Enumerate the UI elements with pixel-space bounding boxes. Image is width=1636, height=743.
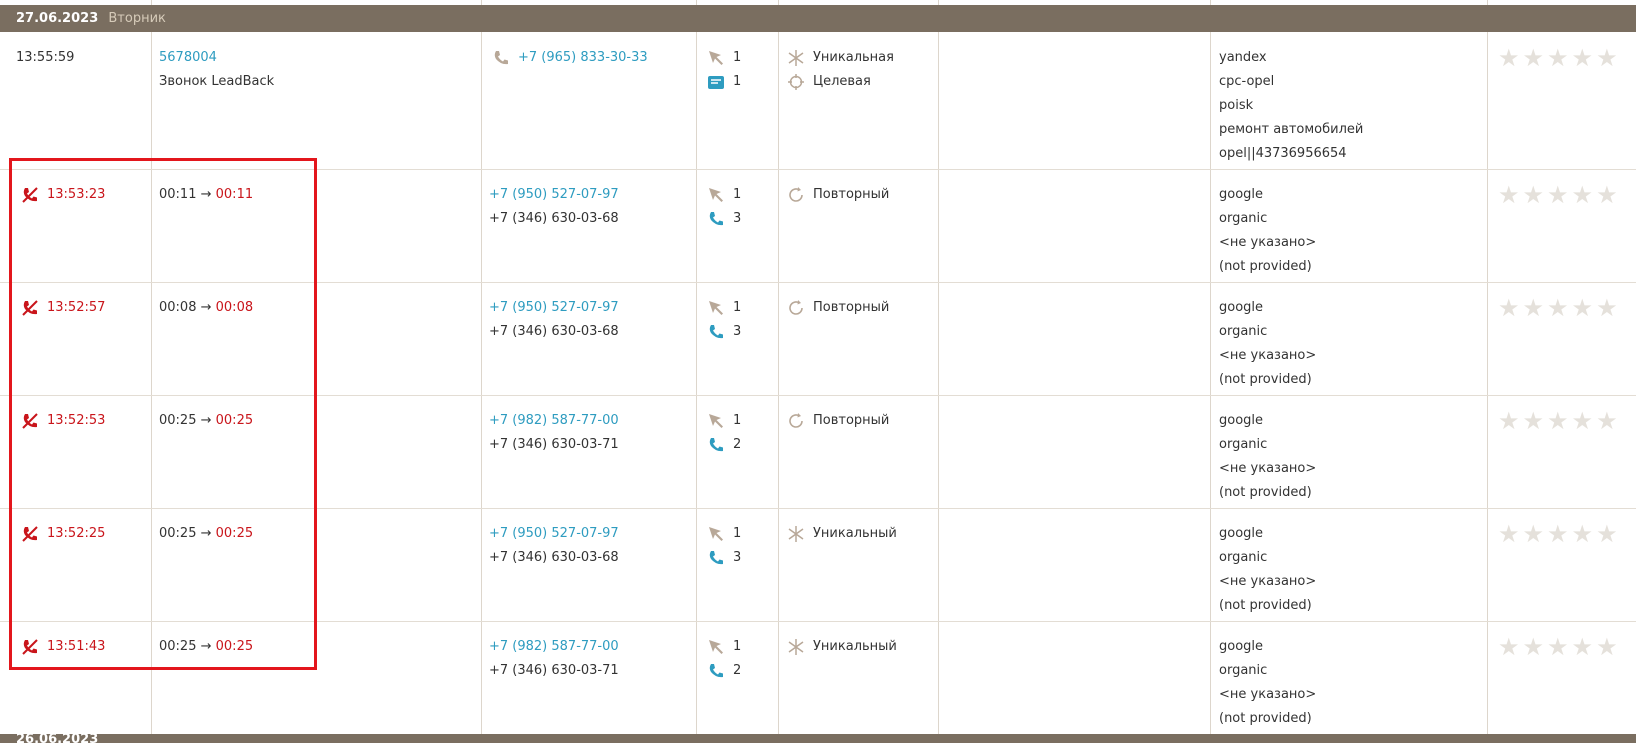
cursor-icon: [707, 186, 725, 204]
rating-stars[interactable]: ★★★★★: [1498, 181, 1621, 209]
source-name: google: [1219, 300, 1264, 315]
source-channel: poisk: [1219, 98, 1254, 113]
traffic-source: google organic <не указано> (not provide…: [1219, 409, 1316, 505]
rating-stars[interactable]: ★★★★★: [1498, 407, 1621, 435]
source-channel: organic: [1219, 663, 1268, 678]
source-keyword: (not provided): [1219, 711, 1312, 726]
unique-icon: [787, 638, 805, 656]
source-campaign: <не указано>: [1219, 461, 1317, 476]
caller-phone-link[interactable]: +7 (982) 587-77-00: [489, 635, 619, 659]
traffic-source: google organic <не указано> (not provide…: [1219, 522, 1316, 618]
phone-icon: [707, 436, 725, 454]
status-label: Повторный: [813, 300, 890, 315]
call-id-link[interactable]: 5678004: [159, 46, 274, 70]
calls-count: 3: [733, 211, 742, 226]
rating-stars[interactable]: ★★★★★: [1498, 633, 1621, 661]
cursor-icon: [707, 299, 725, 317]
caller-phone-link[interactable]: +7 (982) 587-77-00: [489, 409, 619, 433]
source-campaign: <не указано>: [1219, 348, 1317, 363]
caller-phone-link[interactable]: +7 (965) 833-30-33: [518, 50, 648, 65]
repeat-icon: [787, 412, 805, 430]
calls-count: 3: [733, 550, 742, 565]
tracking-number: +7 (346) 630-03-71: [489, 437, 619, 452]
unique-icon: [787, 525, 805, 543]
source-campaign: <не указано>: [1219, 574, 1317, 589]
messages-count: 1: [733, 74, 742, 89]
source-keyword: (not provided): [1219, 259, 1312, 274]
source-campaign: <не указано>: [1219, 687, 1317, 702]
calls-count: 2: [733, 437, 742, 452]
rating-stars[interactable]: ★★★★★: [1498, 44, 1621, 72]
visits-count: 1: [733, 413, 742, 428]
source-channel: organic: [1219, 211, 1268, 226]
status-label: Повторный: [813, 187, 890, 202]
phone-icon: [707, 662, 725, 680]
source-name: google: [1219, 187, 1264, 202]
status-label: Уникальный: [813, 639, 897, 654]
date-group-weekday: Вторник: [108, 11, 166, 26]
caller-phone-link[interactable]: +7 (950) 527-07-97: [489, 296, 619, 320]
source-keyword: ремонт автомобилей: [1219, 122, 1364, 137]
calls-count: 3: [733, 324, 742, 339]
visits-count: 1: [733, 187, 742, 202]
visits-count: 1: [733, 639, 742, 654]
date-group-date: 27.06.2023: [16, 11, 99, 26]
source-channel: organic: [1219, 324, 1268, 339]
source-keyword: (not provided): [1219, 598, 1312, 613]
source-name: yandex: [1219, 50, 1267, 65]
phone-icon: [492, 49, 510, 67]
tracking-number: +7 (346) 630-03-71: [489, 663, 619, 678]
caller-phone-link[interactable]: +7 (950) 527-07-97: [489, 183, 619, 207]
rating-stars[interactable]: ★★★★★: [1498, 520, 1621, 548]
message-icon: [707, 73, 725, 91]
status-label: Повторный: [813, 413, 890, 428]
phone-icon: [707, 323, 725, 341]
source-keyword: (not provided): [1219, 372, 1312, 387]
unique-icon: [787, 49, 805, 67]
caller-phone-link[interactable]: +7 (950) 527-07-97: [489, 522, 619, 546]
rating-stars[interactable]: ★★★★★: [1498, 294, 1621, 322]
target-icon: [787, 73, 805, 91]
highlight-frame: [9, 158, 317, 670]
cursor-icon: [707, 525, 725, 543]
source-keyword: (not provided): [1219, 485, 1312, 500]
cursor-icon: [707, 412, 725, 430]
table-row[interactable]: 13:55:59 5678004 Звонок LeadBack +7 (965…: [0, 32, 1636, 169]
call-subtitle: Звонок LeadBack: [159, 74, 275, 89]
phone-icon: [707, 549, 725, 567]
date-group-header: 27.06.2023 Вторник: [0, 5, 1636, 32]
status-label: Уникальная: [813, 50, 894, 65]
traffic-source: yandex cpc-opel poisk ремонт автомобилей…: [1219, 46, 1363, 166]
target-label: Целевая: [813, 74, 871, 89]
date-group-header-next: 26.06.2023: [0, 734, 1636, 743]
calls-count: 2: [733, 663, 742, 678]
source-campaign: <не указано>: [1219, 235, 1317, 250]
cursor-icon: [707, 49, 725, 67]
tracking-number: +7 (346) 630-03-68: [489, 550, 619, 565]
tracking-number: +7 (346) 630-03-68: [489, 211, 619, 226]
source-channel: organic: [1219, 437, 1268, 452]
source-channel: organic: [1219, 550, 1268, 565]
visits-count: 1: [733, 50, 742, 65]
source-campaign: cpc-opel: [1219, 74, 1275, 89]
traffic-source: google organic <не указано> (not provide…: [1219, 183, 1316, 279]
repeat-icon: [787, 186, 805, 204]
tracking-number: +7 (346) 630-03-68: [489, 324, 619, 339]
call-time: 13:55:59: [16, 50, 75, 65]
traffic-source: google organic <не указано> (not provide…: [1219, 296, 1316, 392]
repeat-icon: [787, 299, 805, 317]
visits-count: 1: [733, 526, 742, 541]
status-label: Уникальный: [813, 526, 897, 541]
source-name: google: [1219, 526, 1264, 541]
source-name: google: [1219, 639, 1264, 654]
cursor-icon: [707, 638, 725, 656]
traffic-source: google organic <не указано> (not provide…: [1219, 635, 1316, 731]
source-content: opel||43736956654: [1219, 146, 1347, 161]
source-name: google: [1219, 413, 1264, 428]
phone-icon: [707, 210, 725, 228]
visits-count: 1: [733, 300, 742, 315]
date-group-date: 26.06.2023: [16, 734, 99, 743]
